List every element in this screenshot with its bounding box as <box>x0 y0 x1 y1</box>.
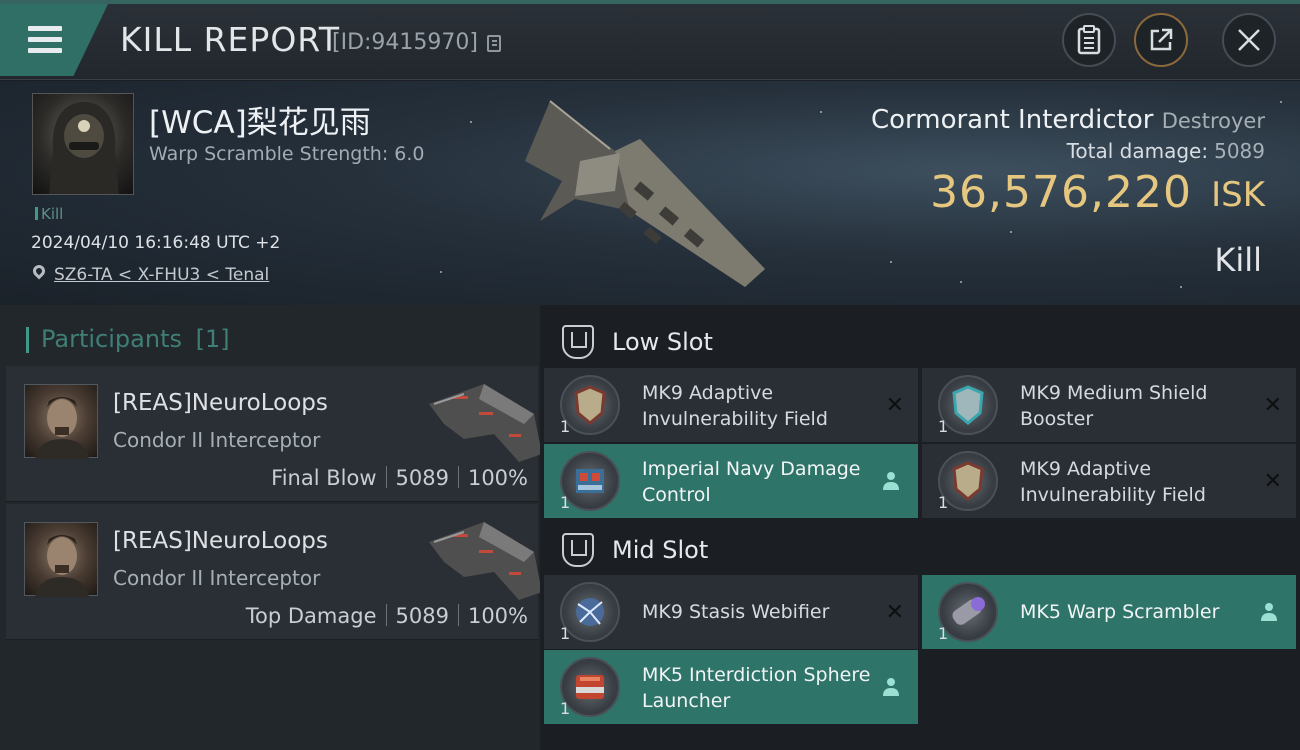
kill-datetime: 2024/04/10 16:16:48 UTC +2 <box>31 233 281 253</box>
destroyed-icon: ✕ <box>1263 393 1282 418</box>
location-pin-icon <box>30 262 48 280</box>
module-qty: 1 <box>560 699 571 718</box>
module-qty: 1 <box>938 417 949 436</box>
module-qty: 1 <box>938 624 949 643</box>
result-label: Kill <box>1214 241 1262 279</box>
module-qty: 1 <box>560 624 571 643</box>
low-slot-icon <box>562 325 594 359</box>
kill-tag: Kill <box>35 205 63 223</box>
participant-damage: 5089 <box>395 604 449 628</box>
participant-avatar <box>24 384 98 459</box>
total-damage: Total damage: 5089 <box>1067 139 1265 163</box>
participant-percent: 100% <box>467 466 528 490</box>
low-slot-header: Low Slot <box>540 309 1300 371</box>
share-button[interactable] <box>1134 13 1188 67</box>
participants-title: Participants [1] <box>26 325 230 353</box>
participant-avatar <box>24 522 98 597</box>
module-name: MK9 Adaptive Invulnerability Field <box>642 382 828 430</box>
copy-icon[interactable] <box>487 35 501 52</box>
header: KILL REPORT [ID:9415970] <box>0 0 1300 80</box>
victim-banner: [WCA]梨花见雨 Warp Scramble Strength: 6.0 Ki… <box>0 81 1300 305</box>
dropped-icon <box>883 678 899 696</box>
victim-ship[interactable]: Cormorant Interdictor Destroyer <box>871 105 1265 135</box>
module-qty: 1 <box>560 417 571 436</box>
warp-scramble-strength: Warp Scramble Strength: 6.0 <box>149 143 425 165</box>
dropped-icon <box>1261 603 1277 621</box>
module-item[interactable]: 1 MK9 Stasis Webifier ✕ <box>544 575 918 649</box>
participant-ship-image <box>429 384 542 462</box>
mid-slot-icon <box>562 533 594 567</box>
clipboard-icon <box>1077 25 1101 55</box>
share-icon <box>1150 28 1173 51</box>
close-button[interactable] <box>1222 13 1276 67</box>
participant-stats: Top Damage 5089 100% <box>246 604 528 628</box>
module-item[interactable]: 1 MK9 Medium Shield Booster ✕ <box>922 368 1296 442</box>
victim-pilot-name[interactable]: [WCA]梨花见雨 <box>149 97 371 142</box>
destroyed-icon: ✕ <box>885 393 904 418</box>
participant-ship: Condor II Interceptor <box>113 428 321 452</box>
participant-ship-image <box>429 522 542 600</box>
participants-label: Participants <box>41 325 182 353</box>
module-qty: 1 <box>938 493 949 512</box>
module-item[interactable]: 1 MK9 Adaptive Invulnerability Field ✕ <box>544 368 918 442</box>
mid-slot-header: Mid Slot <box>540 517 1300 579</box>
isk-unit: ISK <box>1211 175 1265 215</box>
participant-name: [REAS]NeuroLoops <box>113 390 328 416</box>
menu-button[interactable] <box>0 4 108 76</box>
module-item[interactable]: 1 MK9 Adaptive Invulnerability Field ✕ <box>922 444 1296 518</box>
victim-portrait[interactable] <box>32 93 134 195</box>
participant-stat-label: Top Damage <box>245 604 377 628</box>
low-slot-title: Low Slot <box>612 328 713 356</box>
dropped-icon <box>883 472 899 490</box>
total-damage-value: 5089 <box>1214 139 1265 163</box>
kill-location-link[interactable]: SZ6-TA < X-FHU3 < Tenal <box>54 265 269 285</box>
module-item[interactable]: 1 Imperial Navy Damage Control <box>544 444 918 518</box>
report-id: [ID:9415970] <box>332 30 478 55</box>
participant-row[interactable]: [REAS]NeuroLoops Condor II Interceptor F… <box>6 366 542 502</box>
module-item[interactable]: 1 MK5 Interdiction Sphere Launcher <box>544 650 918 724</box>
isk-value: 36,576,220 <box>930 167 1192 218</box>
menu-icon <box>28 26 62 54</box>
participant-stats: Final Blow 5089 100% <box>271 466 528 490</box>
clipboard-button[interactable] <box>1062 13 1116 67</box>
mid-slot-title: Mid Slot <box>612 536 709 564</box>
module-name: MK9 Medium Shield Booster <box>1020 382 1208 430</box>
module-name: MK9 Stasis Webifier <box>642 601 830 623</box>
fitting-panel: Low Slot 1 MK9 Adaptive Invulnerability … <box>540 305 1300 750</box>
participant-stat-label: Final Blow <box>271 466 377 490</box>
module-item[interactable]: 1 MK5 Warp Scrambler <box>922 575 1296 649</box>
module-qty: 1 <box>560 493 571 512</box>
participants-count: [1] <box>195 325 230 353</box>
victim-ship-name: Cormorant Interdictor <box>870 105 1154 135</box>
destroyed-icon: ✕ <box>1263 469 1282 494</box>
close-icon <box>1238 29 1260 51</box>
module-name: Imperial Navy Damage Control <box>642 458 861 506</box>
destroyed-icon: ✕ <box>885 600 904 625</box>
module-name: MK5 Interdiction Sphere Launcher <box>642 664 871 712</box>
participant-damage: 5089 <box>395 466 449 490</box>
participant-percent: 100% <box>467 604 528 628</box>
victim-ship-class: Destroyer <box>1161 109 1265 133</box>
total-damage-label: Total damage: <box>1066 139 1209 163</box>
module-name: MK9 Adaptive Invulnerability Field <box>1020 458 1206 506</box>
module-name: MK5 Warp Scrambler <box>1020 601 1220 623</box>
participant-ship: Condor II Interceptor <box>113 566 321 590</box>
victim-ship-image <box>525 100 765 287</box>
page-title: KILL REPORT <box>120 20 340 59</box>
participant-row[interactable]: [REAS]NeuroLoops Condor II Interceptor T… <box>6 504 542 640</box>
participant-name: [REAS]NeuroLoops <box>113 528 328 554</box>
participants-panel: Participants [1] [REAS]NeuroLoops Condor… <box>0 305 542 750</box>
